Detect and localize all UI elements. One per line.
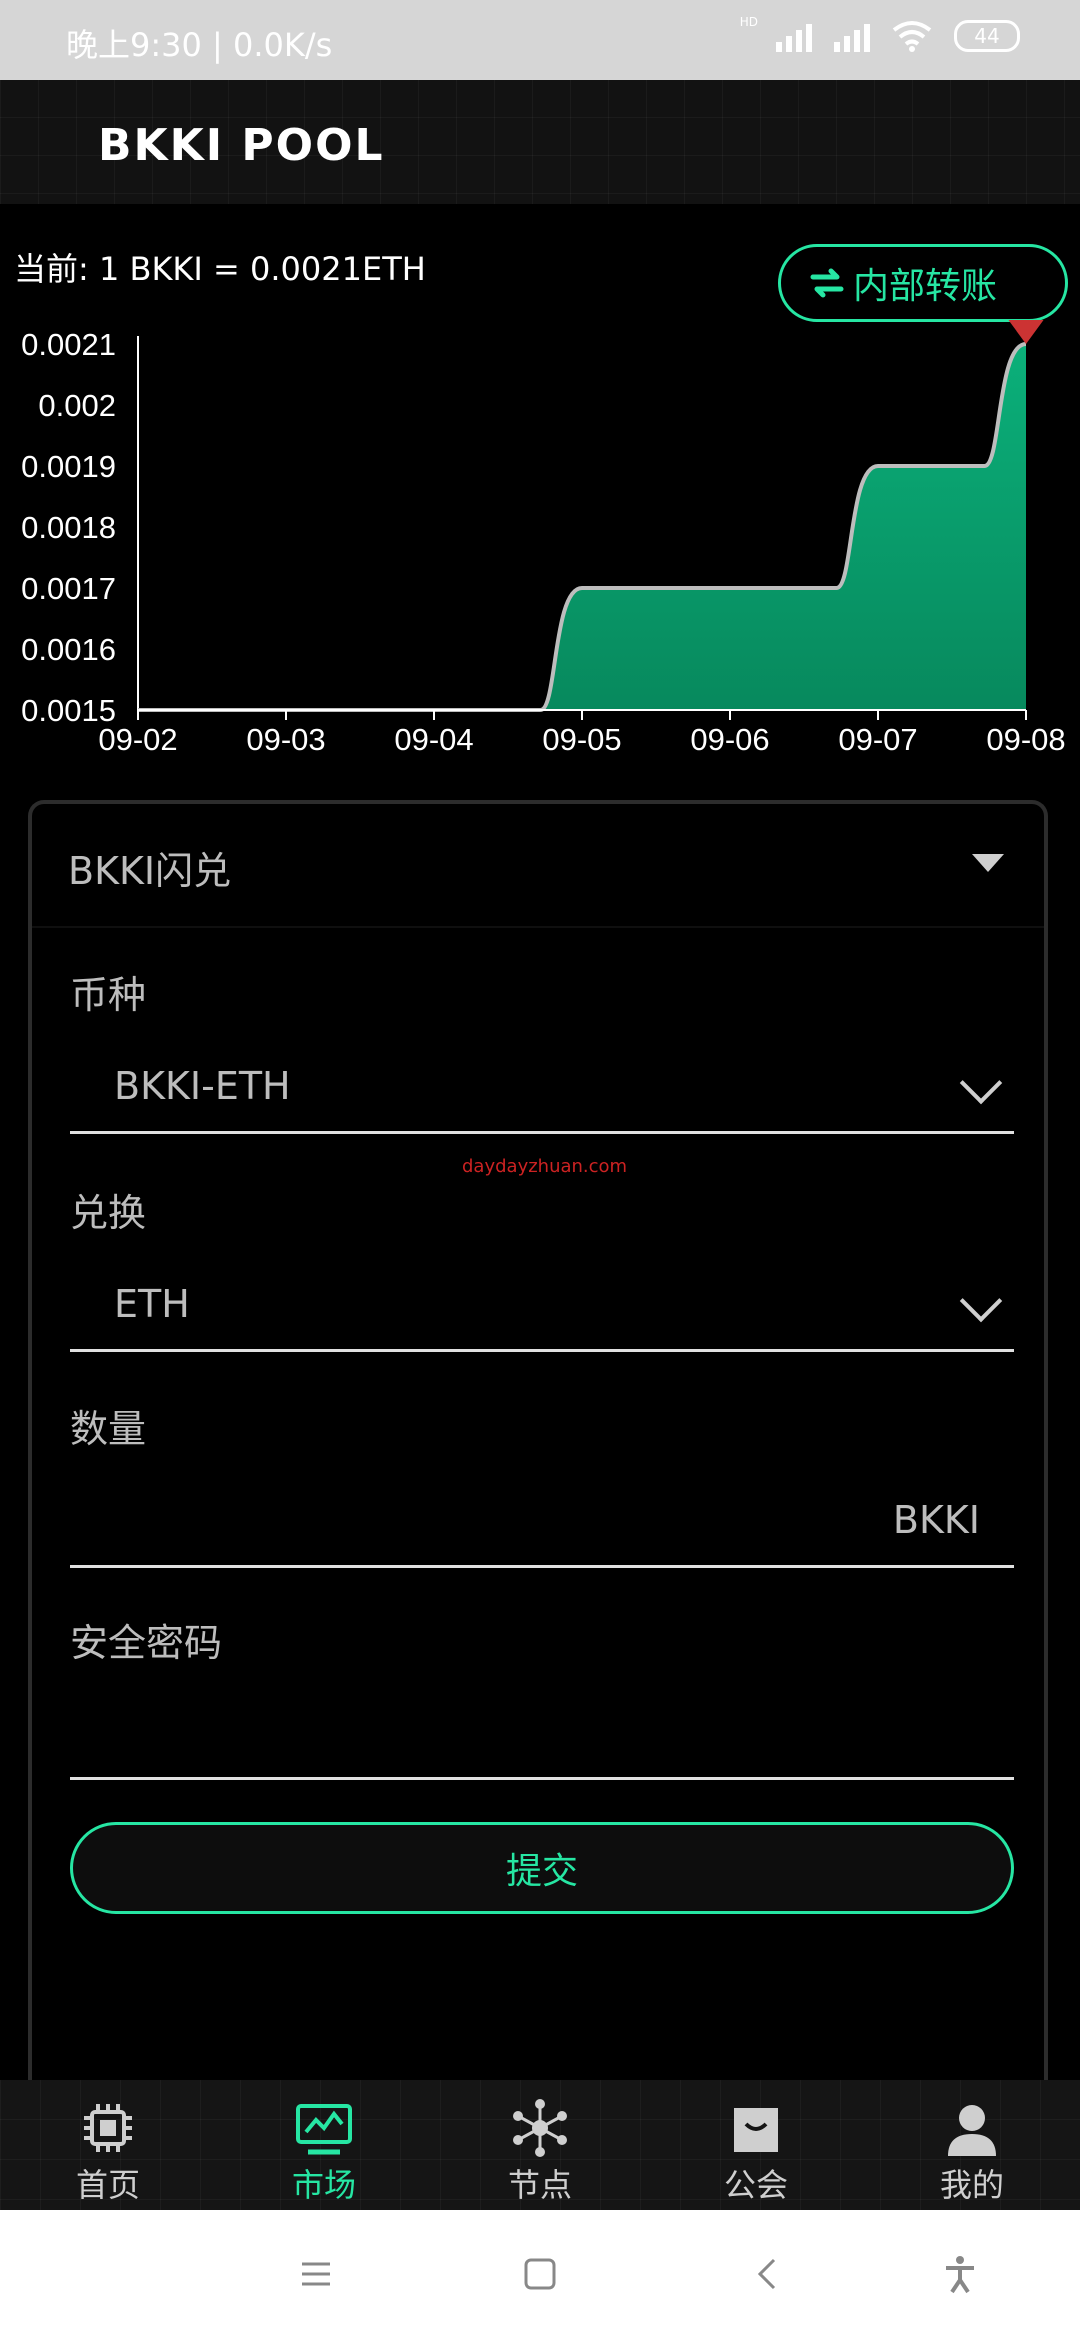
internal-transfer-label: 内部转账 (853, 266, 998, 307)
signal-icon (776, 20, 812, 52)
y-tick-label: 0.0017 (21, 571, 116, 606)
coin-select-value: BKKI-ETH (114, 1064, 291, 1108)
internal-transfer-button[interactable]: 内部转账 (778, 244, 1068, 322)
nav-label-guild: 公会 (723, 2166, 788, 2204)
x-tick-label: 09-03 (246, 722, 325, 757)
back-icon[interactable] (748, 2254, 788, 2294)
nav-label-market: 市场 (291, 2166, 356, 2204)
nav-label-node: 节点 (507, 2166, 572, 2204)
coin-select[interactable]: BKKI-ETH (70, 1034, 1014, 1134)
x-tick-label: 09-02 (98, 722, 177, 757)
swap-card: BKKI闪兑 币种 BKKI-ETH 兑换 ETH 数量 BKKI 安全密码 提… (28, 800, 1048, 2080)
amount-input[interactable]: BKKI (70, 1468, 1014, 1568)
password-label: 安全密码 (70, 1621, 223, 1665)
nav-item-home[interactable]: 首页 (0, 2080, 216, 2210)
market-monitor-icon (296, 2104, 352, 2155)
y-tick-label: 0.002 (38, 388, 116, 423)
amount-unit: BKKI (892, 1498, 980, 1542)
bottom-nav: 首页 市场 节点 公会 我的 (0, 2080, 1080, 2210)
home-square-icon[interactable] (520, 2254, 560, 2294)
amount-label: 数量 (70, 1407, 147, 1451)
chevron-down-icon (959, 1279, 1003, 1323)
transfer-arrows-icon (810, 268, 844, 298)
app-logo: BKKI POOL (98, 120, 385, 171)
submit-button[interactable]: 提交 (70, 1822, 1014, 1914)
menu-icon[interactable] (296, 2254, 336, 2294)
collapse-caret-icon[interactable] (972, 854, 1004, 872)
x-tick-label: 09-06 (690, 722, 769, 757)
nav-item-mine[interactable]: 我的 (864, 2080, 1080, 2210)
status-time: 晚上9:30 | 0.0K/s (66, 26, 333, 64)
accessibility-icon[interactable] (940, 2254, 980, 2294)
chevron-down-icon (959, 1061, 1003, 1105)
exchange-select[interactable]: ETH (70, 1252, 1014, 1352)
x-tick-label: 09-07 (838, 722, 917, 757)
nav-item-node[interactable]: 节点 (432, 2080, 648, 2210)
y-tick-label: 0.0018 (21, 510, 116, 545)
nav-label-home: 首页 (75, 2166, 140, 2204)
value-pin-marker (1008, 320, 1044, 344)
nav-item-market[interactable]: 市场 (216, 2080, 432, 2210)
nav-label-mine: 我的 (939, 2166, 1004, 2204)
user-icon (948, 2105, 996, 2156)
node-network-icon (513, 2099, 567, 2157)
system-nav-bar (0, 2210, 1080, 2340)
battery-icon: 44 (954, 20, 1020, 52)
x-tick-label: 09-05 (542, 722, 621, 757)
security-password-input[interactable] (70, 1680, 1014, 1780)
price-area-fill (138, 344, 1026, 710)
y-tick-label: 0.0016 (21, 632, 116, 667)
y-tick-label: 0.0021 (21, 327, 116, 362)
app-header: BKKI POOL (0, 80, 1080, 204)
price-chart: 0.00210.0020.00190.00180.00170.00160.001… (21, 320, 1066, 757)
shopping-bag-icon (734, 2108, 778, 2152)
y-tick-label: 0.0019 (21, 449, 116, 484)
signal-icon-2 (834, 20, 870, 52)
chip-icon (84, 2104, 132, 2152)
x-tick-label: 09-08 (986, 722, 1065, 757)
swap-card-header[interactable]: BKKI闪兑 (32, 804, 1044, 928)
coin-label: 币种 (70, 973, 147, 1017)
x-tick-label: 09-04 (394, 722, 473, 757)
current-rate: 当前: 1 BKKI = 0.0021ETH (14, 250, 426, 288)
exchange-select-value: ETH (114, 1282, 190, 1326)
status-bar: 晚上9:30 | 0.0K/s HD 44 (0, 0, 1080, 80)
watermark-text: daydayzhuan.com (462, 1156, 628, 1177)
exchange-label: 兑换 (70, 1191, 147, 1235)
wifi-icon (892, 21, 932, 52)
nav-item-guild[interactable]: 公会 (648, 2080, 864, 2210)
hd-badge: HD (739, 15, 758, 29)
swap-card-title: BKKI闪兑 (68, 849, 232, 893)
status-icons: HD 44 (740, 15, 1020, 52)
